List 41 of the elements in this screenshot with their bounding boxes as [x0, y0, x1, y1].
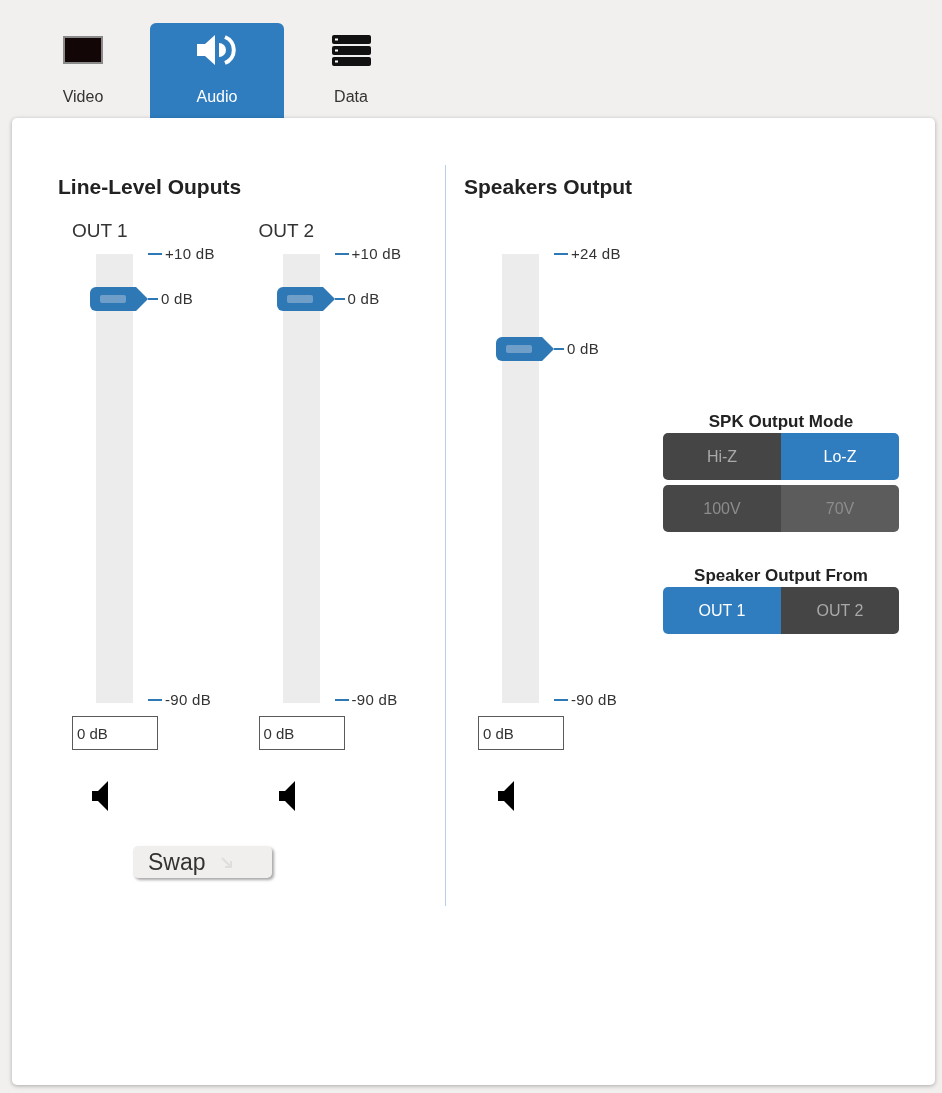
tick-mark [334, 699, 349, 701]
swap-button[interactable]: Swap [133, 846, 272, 878]
tick-mark [334, 253, 349, 255]
tick-mark [554, 253, 568, 255]
value-label: 0 dB [347, 288, 380, 309]
speaker-icon[interactable] [498, 781, 516, 811]
level-input[interactable]: 0 dB [72, 716, 158, 750]
speaker-icon[interactable] [278, 781, 297, 811]
tick-mark [148, 253, 162, 255]
scale-label: +10 dB [165, 244, 215, 264]
slider-thumb[interactable] [90, 286, 148, 311]
tick-mark [554, 699, 568, 701]
scale-label: +24 dB [571, 244, 621, 264]
scale-label: -90 dB [351, 690, 398, 710]
slider-thumb[interactable] [276, 286, 335, 311]
group-label: Speaker Output From [694, 566, 868, 585]
scale-label: -90 dB [165, 690, 211, 710]
nav-tab[interactable]: Video [16, 23, 150, 118]
speaker-icon [196, 33, 238, 67]
toggle-option[interactable]: Hi-Z [663, 433, 781, 480]
server-stack-icon [331, 34, 371, 66]
nav-tab[interactable]: Audio [150, 23, 284, 118]
toggle-option[interactable]: OUT 1 [663, 587, 781, 634]
channel-label: OUT 2 [258, 220, 315, 242]
tick-mark [148, 699, 162, 701]
slider-thumb[interactable] [496, 336, 554, 361]
channel-label: OUT 1 [72, 220, 128, 242]
toggle-option[interactable]: OUT 2 [781, 587, 899, 634]
speaker-icon[interactable] [92, 781, 110, 811]
scale-label: -90 dB [571, 690, 617, 710]
scale-label: +10 dB [351, 244, 402, 264]
monitor-icon [63, 36, 103, 64]
level-input[interactable]: 0 dB [258, 716, 345, 750]
value-label: 0 dB [567, 338, 600, 359]
nav-tab[interactable]: Data [284, 23, 418, 118]
section-title: Speakers Output [464, 175, 633, 199]
level-input[interactable]: 0 dB [478, 716, 564, 750]
toggle-option[interactable]: Lo-Z [781, 433, 899, 480]
value-label: 0 dB [161, 288, 194, 309]
section-title: Line-Level Ouputs [58, 175, 242, 199]
group-label: SPK Output Mode [708, 412, 854, 431]
